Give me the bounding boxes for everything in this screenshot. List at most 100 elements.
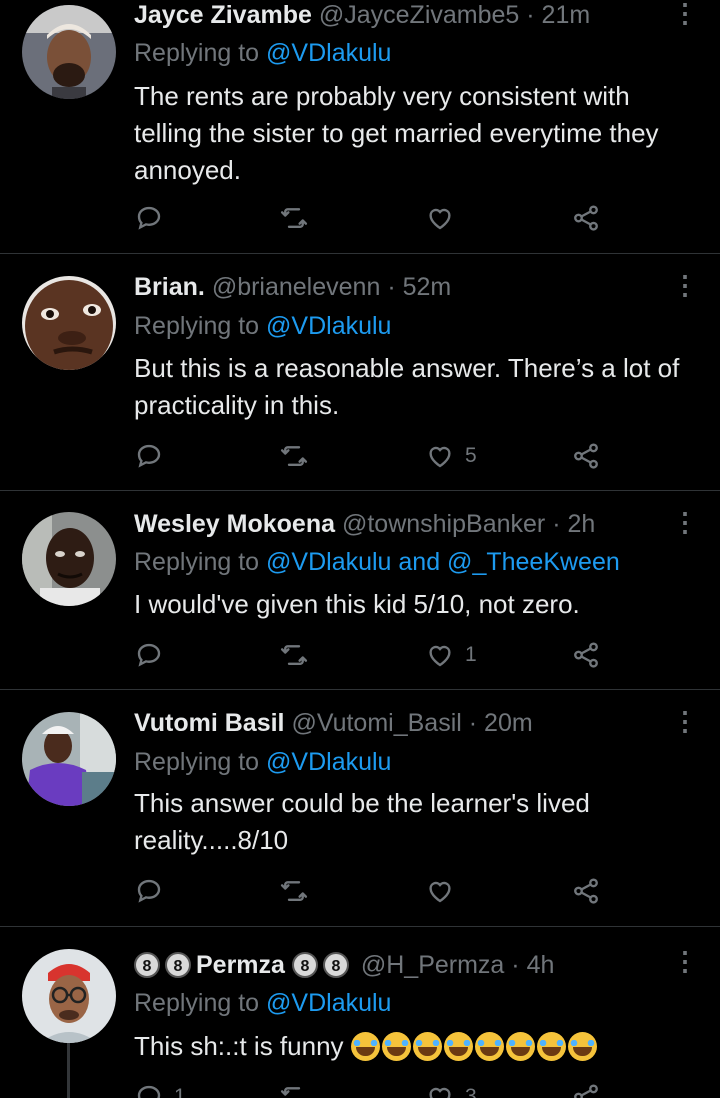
tweet-header: Wesley Mokoena @townshipBanker · 2h bbox=[134, 506, 660, 542]
replying-to: Replying to @VDlakulu bbox=[134, 744, 391, 780]
tweet-permza[interactable]: 8 8 Permza 88 @H_Permza · 4h ⋮ Replying to… bbox=[0, 927, 720, 1098]
face-tears-of-joy-emoji bbox=[443, 1032, 473, 1061]
user-handle[interactable]: @Vutomi_Basil bbox=[291, 709, 461, 737]
share-button[interactable] bbox=[571, 873, 601, 909]
reply-button[interactable] bbox=[134, 637, 174, 673]
avatar[interactable] bbox=[22, 276, 116, 370]
more-options-icon[interactable]: ⋮ bbox=[672, 705, 698, 741]
like-button[interactable]: 3 bbox=[425, 1079, 477, 1098]
more-options-icon[interactable]: ⋮ bbox=[672, 269, 698, 305]
more-options-icon[interactable]: ⋮ bbox=[672, 506, 698, 542]
more-options-icon[interactable]: ⋮ bbox=[672, 0, 698, 33]
mention-link[interactable]: @VDlakulu and @_TheeKween bbox=[266, 548, 620, 576]
share-button[interactable] bbox=[571, 438, 601, 474]
like-count: 5 bbox=[465, 444, 477, 467]
heart-icon bbox=[429, 645, 451, 667]
like-button[interactable] bbox=[425, 200, 465, 236]
tweet-header: Vutomi Basil @Vutomi_Basil · 20m bbox=[134, 705, 660, 741]
more-options-icon[interactable]: ⋮ bbox=[672, 945, 698, 981]
timestamp[interactable]: 4h bbox=[527, 951, 555, 979]
tweet-text-content: This sh:.:t is funny bbox=[134, 1031, 344, 1061]
retweet-icon bbox=[280, 645, 308, 665]
share-button[interactable] bbox=[571, 200, 601, 236]
number-8-badge-icon: 8 bbox=[134, 952, 160, 978]
retweet-button[interactable] bbox=[279, 637, 319, 673]
share-button[interactable] bbox=[571, 1079, 601, 1098]
reply-count: 1 bbox=[174, 1085, 186, 1098]
mention-link[interactable]: @VDlakulu bbox=[266, 39, 391, 67]
reply-bubble-icon bbox=[137, 643, 161, 667]
mention-link[interactable]: @VDlakulu bbox=[266, 312, 391, 340]
number-8-badge-icon: 8 bbox=[291, 952, 318, 978]
display-name[interactable]: Permza bbox=[196, 951, 285, 979]
tweet-brian[interactable]: Brian. @brianelevenn · 52m ⋮ Replying to… bbox=[0, 254, 720, 490]
emoji-row bbox=[350, 1031, 599, 1061]
tweet-actions bbox=[134, 873, 614, 909]
retweet-button[interactable] bbox=[279, 200, 319, 236]
share-nodes-icon bbox=[574, 642, 598, 668]
retweet-icon bbox=[280, 208, 308, 228]
replying-to: Replying to @VDlakulu and @_TheeKween bbox=[134, 544, 620, 580]
face-tears-of-joy-emoji bbox=[505, 1032, 535, 1061]
display-name[interactable]: Wesley Mokoena bbox=[134, 510, 335, 538]
mention-link[interactable]: @VDlakulu bbox=[266, 989, 391, 1017]
retweet-button[interactable] bbox=[279, 873, 319, 909]
share-button[interactable] bbox=[571, 637, 601, 673]
tweet-actions: 1 3 bbox=[134, 1079, 614, 1098]
retweet-icon bbox=[280, 1087, 301, 1096]
tweet-header: Jayce Zivambe @JayceZivambe5 · 21m bbox=[134, 0, 660, 33]
user-handle[interactable]: @JayceZivambe5 bbox=[319, 1, 519, 29]
timestamp[interactable]: 52m bbox=[403, 273, 452, 301]
retweet-button[interactable] bbox=[279, 438, 319, 474]
reply-bubble-icon bbox=[137, 879, 161, 903]
user-handle[interactable]: @brianelevenn bbox=[212, 273, 381, 301]
face-tears-of-joy-emoji bbox=[381, 1032, 411, 1061]
number-8-badge-icon: 8 bbox=[322, 952, 349, 978]
display-name[interactable]: Jayce Zivambe bbox=[134, 1, 312, 29]
like-button[interactable]: 1 bbox=[425, 637, 477, 673]
user-handle[interactable]: @H_Permza bbox=[361, 951, 504, 979]
face-tears-of-joy-emoji bbox=[474, 1032, 504, 1061]
mention-link[interactable]: @VDlakulu bbox=[266, 748, 391, 776]
separator-dot: · bbox=[526, 1, 535, 29]
user-handle[interactable]: @townshipBanker bbox=[342, 510, 545, 538]
timestamp[interactable]: 20m bbox=[484, 709, 533, 737]
reply-bubble-icon bbox=[137, 1085, 161, 1098]
replying-to: Replying to @VDlakulu bbox=[134, 308, 391, 344]
tweet-wesley[interactable]: Wesley Mokoena @townshipBanker · 2h ⋮ Re… bbox=[0, 491, 720, 689]
replying-prefix: Replying to bbox=[134, 989, 260, 1017]
separator-dot: · bbox=[552, 510, 561, 538]
share-nodes-icon bbox=[574, 205, 598, 231]
face-tears-of-joy-emoji bbox=[350, 1032, 380, 1061]
display-name[interactable]: Vutomi Basil bbox=[134, 709, 285, 737]
replying-to: Replying to @VDlakulu bbox=[134, 985, 391, 1021]
reply-button[interactable] bbox=[134, 873, 174, 909]
reply-button[interactable]: 1 bbox=[134, 1079, 186, 1098]
heart-icon bbox=[429, 446, 451, 468]
separator-dot: · bbox=[387, 273, 396, 301]
timestamp[interactable]: 21m bbox=[542, 1, 591, 29]
reply-bubble-icon bbox=[137, 444, 161, 468]
tweet-vutomi[interactable]: Vutomi Basil @Vutomi_Basil · 20m ⋮ Reply… bbox=[0, 690, 720, 926]
share-nodes-icon bbox=[574, 1084, 598, 1098]
like-button[interactable] bbox=[425, 873, 465, 909]
heart-icon bbox=[429, 881, 451, 903]
avatar[interactable] bbox=[22, 5, 116, 99]
timestamp[interactable]: 2h bbox=[567, 510, 595, 538]
like-button[interactable]: 5 bbox=[425, 438, 477, 474]
share-nodes-icon bbox=[574, 443, 598, 469]
reply-button[interactable] bbox=[134, 438, 174, 474]
tweet-header: 8 8 Permza 88 @H_Permza · 4h bbox=[134, 947, 660, 983]
replying-prefix: Replying to bbox=[134, 312, 260, 340]
tweet-actions: 5 bbox=[134, 438, 614, 474]
number-8-badge-icon: 8 bbox=[165, 952, 191, 978]
tweet-jayce[interactable]: Jayce Zivambe @JayceZivambe5 · 21m ⋮ Rep… bbox=[0, 0, 720, 252]
avatar[interactable] bbox=[22, 512, 116, 606]
reply-button[interactable] bbox=[134, 200, 174, 236]
avatar[interactable] bbox=[22, 949, 116, 1043]
avatar[interactable] bbox=[22, 712, 116, 806]
display-name[interactable]: Brian. bbox=[134, 273, 205, 301]
tweet-text: I would've given this kid 5/10, not zero… bbox=[134, 589, 580, 619]
replying-prefix: Replying to bbox=[134, 548, 260, 576]
retweet-button[interactable] bbox=[279, 1079, 319, 1098]
